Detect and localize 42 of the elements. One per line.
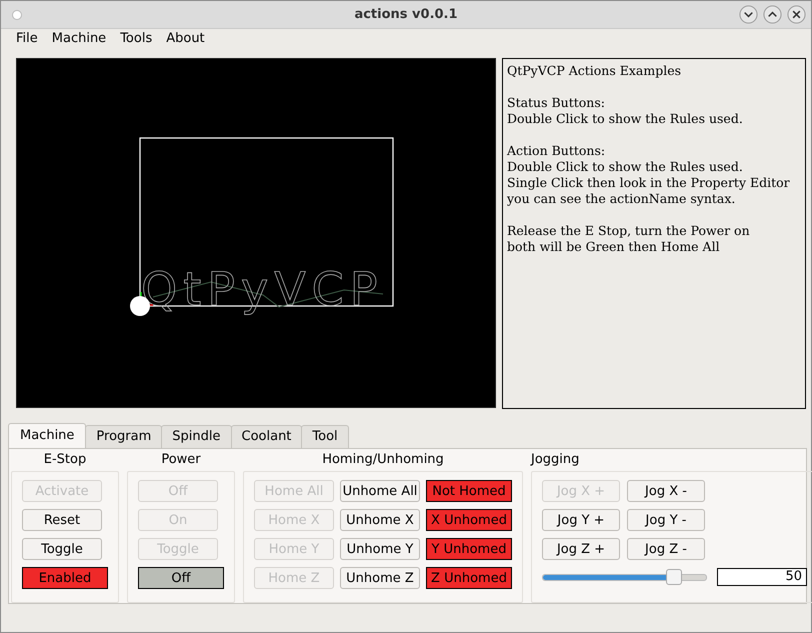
minimize-icon[interactable]	[739, 5, 758, 24]
group-title: E-Stop	[44, 451, 86, 469]
status-button[interactable]: Y Unhomed	[426, 538, 512, 560]
status-button[interactable]: Off	[138, 567, 224, 589]
info-text: Action Buttons: Double Click to show the Rules used. Single Click then look in the Property Editor you can see the actionName syntax.	[507, 143, 791, 207]
tab[interactable]: Tool	[301, 425, 349, 448]
menu-item[interactable]: File	[9, 31, 45, 46]
status-button[interactable]: Z Unhomed	[426, 567, 512, 589]
action-button[interactable]: Jog Z +	[542, 538, 620, 560]
info-text: Status Buttons: Double Click to show the Rules used.	[507, 95, 744, 127]
tab[interactable]: Coolant	[230, 425, 302, 448]
slider-handle[interactable]	[666, 569, 682, 585]
action-button[interactable]: Jog Y +	[542, 509, 620, 531]
tab[interactable]: Program	[85, 425, 162, 448]
engraved-toolpath-drawing: QtPyVCP	[141, 262, 384, 316]
maximize-icon[interactable]	[763, 5, 782, 24]
action-button[interactable]: Unhome Y	[340, 538, 420, 560]
status-button[interactable]: Not Homed	[426, 480, 512, 502]
action-button[interactable]: Unhome Z	[340, 567, 420, 589]
tab[interactable]: Spindle	[161, 425, 232, 448]
action-button[interactable]: Reset	[22, 509, 102, 531]
menu-item[interactable]: Machine	[44, 31, 114, 46]
action-button[interactable]: Jog Z -	[627, 538, 705, 560]
action-button[interactable]: Jog Y -	[627, 509, 705, 531]
value-field[interactable]: 50	[717, 568, 807, 586]
slider[interactable]	[542, 569, 707, 585]
group-title: Power	[161, 451, 201, 469]
info-text: Release the E Stop, turn the Power on both will be Green then Home All	[507, 223, 751, 255]
window-title: actions v0.0.1	[353, 7, 459, 22]
info-text: QtPyVCP Actions Examples	[507, 63, 682, 79]
group-title: Jogging	[531, 451, 580, 469]
action-button[interactable]: Jog X -	[627, 480, 705, 502]
status-button[interactable]: Enabled	[22, 567, 108, 589]
menu-item[interactable]: About	[159, 31, 212, 46]
menu-item[interactable]: Tools	[113, 31, 160, 46]
action-button[interactable]: Toggle	[22, 538, 102, 560]
group-title: Homing/Unhoming	[322, 451, 444, 469]
tab[interactable]: Machine	[8, 423, 86, 448]
status-button[interactable]: X Unhomed	[426, 509, 512, 531]
close-icon[interactable]	[787, 5, 806, 24]
action-button[interactable]: Unhome All	[340, 480, 420, 502]
action-button[interactable]: Unhome X	[340, 509, 420, 531]
